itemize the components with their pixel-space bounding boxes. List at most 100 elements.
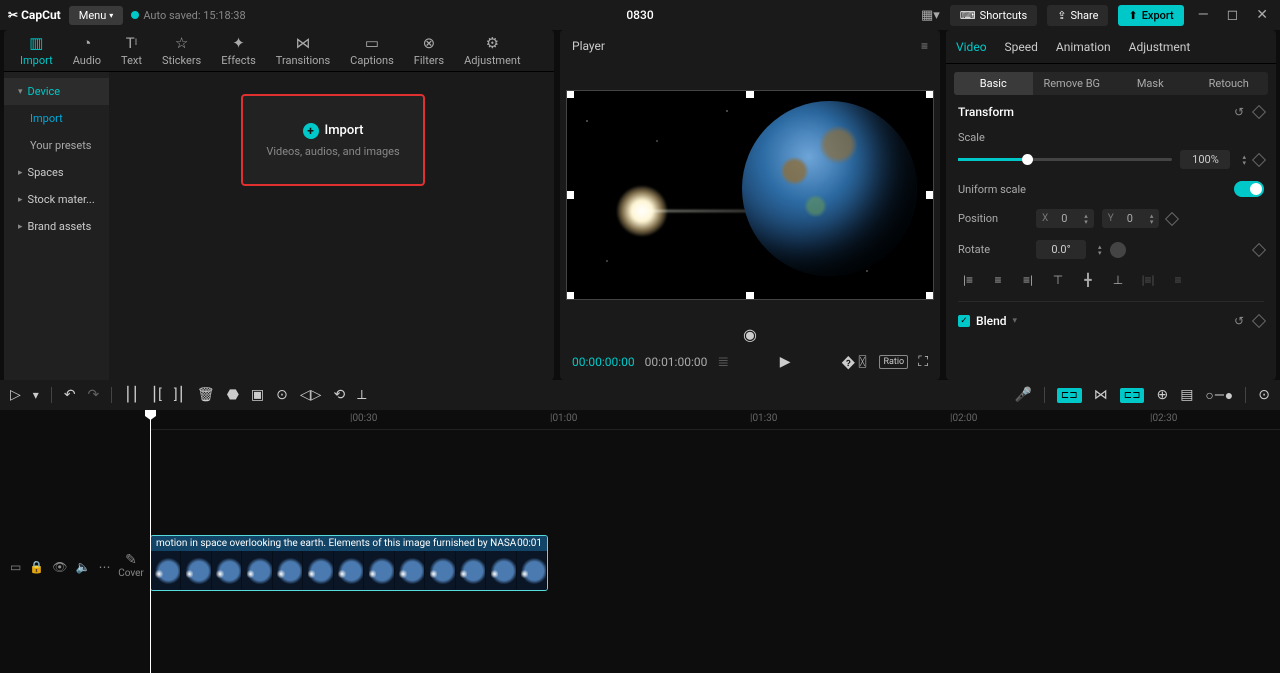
- track-opt-icon[interactable]: ▤: [1180, 387, 1193, 403]
- fullscreen-icon[interactable]: ⛶: [918, 354, 928, 370]
- cover-button[interactable]: ✎ Cover: [116, 552, 146, 579]
- player-menu-icon[interactable]: ≡: [921, 39, 928, 53]
- split-icon[interactable]: ⎮⎮: [124, 387, 139, 403]
- props-tab-animation[interactable]: Animation: [1056, 40, 1111, 54]
- scale-value[interactable]: 100%: [1180, 150, 1230, 169]
- resize-handle[interactable]: [926, 191, 934, 199]
- resize-handle[interactable]: [926, 90, 934, 98]
- nav-device[interactable]: ▾Device: [4, 78, 109, 105]
- props-tab-video[interactable]: Video: [956, 40, 987, 54]
- resize-handle[interactable]: [746, 90, 754, 98]
- link-icon[interactable]: ⋈: [1094, 387, 1108, 403]
- reset-icon[interactable]: ↺: [1234, 105, 1244, 119]
- tab-import[interactable]: ▥Import: [10, 30, 63, 71]
- mute-icon[interactable]: 🔈: [76, 560, 91, 574]
- delete-icon[interactable]: 🗑: [197, 387, 215, 403]
- player-canvas[interactable]: [566, 90, 934, 300]
- rotate-input[interactable]: 0.0°: [1036, 240, 1086, 259]
- zoom-fit-icon[interactable]: ⊙: [1258, 387, 1270, 403]
- eye-icon[interactable]: 👁: [52, 560, 67, 574]
- list-icon[interactable]: ≣: [717, 354, 729, 370]
- marker-icon[interactable]: ⬣: [227, 387, 239, 403]
- nav-import[interactable]: Import: [4, 105, 109, 132]
- layout-icon[interactable]: ▦▾: [921, 8, 940, 23]
- lock-icon[interactable]: 🔒: [29, 560, 44, 574]
- resize-handle[interactable]: [566, 292, 574, 300]
- props-tab-adjustment[interactable]: Adjustment: [1129, 40, 1191, 54]
- import-dropzone[interactable]: + Import Videos, audios, and images: [241, 94, 425, 186]
- resize-handle[interactable]: [566, 191, 574, 199]
- keyframe-icon[interactable]: [1165, 211, 1179, 225]
- keyframe-icon[interactable]: [1252, 242, 1266, 256]
- more-icon[interactable]: ⋯: [98, 560, 110, 574]
- align-center-v-icon[interactable]: ╋: [1078, 271, 1098, 289]
- tab-stickers[interactable]: ☆Stickers: [152, 30, 211, 71]
- tab-adjustment[interactable]: ⚙Adjustment: [454, 30, 531, 71]
- distribute-v-icon[interactable]: ≡: [1168, 271, 1188, 289]
- nav-presets[interactable]: Your presets: [4, 132, 109, 159]
- tab-transitions[interactable]: ⋈Transitions: [266, 30, 340, 71]
- reverse-icon[interactable]: ⊙: [276, 387, 288, 403]
- rotate-dial-icon[interactable]: [1110, 242, 1126, 258]
- undo-icon[interactable]: ↶: [64, 387, 76, 403]
- align-center-h-icon[interactable]: ≡: [988, 271, 1008, 289]
- nav-stock[interactable]: ▸Stock mater...: [4, 186, 109, 213]
- subtab-mask[interactable]: Mask: [1111, 72, 1190, 95]
- menu-button[interactable]: Menu ▾: [69, 6, 124, 25]
- rotate-icon[interactable]: ⟲: [333, 387, 345, 403]
- pointer-tool-icon[interactable]: ▷: [10, 387, 21, 403]
- position-x-input[interactable]: X 0 ▴▾: [1036, 209, 1094, 228]
- blend-checkbox[interactable]: ✓: [958, 315, 970, 327]
- magnet-on-icon[interactable]: ⊏⊐: [1057, 388, 1082, 403]
- crop-icon[interactable]: ⟂: [357, 387, 366, 403]
- subtab-basic[interactable]: Basic: [954, 72, 1033, 95]
- subtab-removebg[interactable]: Remove BG: [1033, 72, 1112, 95]
- align-right-icon[interactable]: ≡|: [1018, 271, 1038, 289]
- share-button[interactable]: ⇪ Share: [1047, 5, 1108, 26]
- subtab-retouch[interactable]: Retouch: [1190, 72, 1269, 95]
- stepper-icon[interactable]: ▴▾: [1098, 244, 1102, 256]
- ratio-button[interactable]: Ratio: [879, 355, 908, 369]
- align-bottom-icon[interactable]: ⊥: [1108, 271, 1128, 289]
- stepper-icon[interactable]: ▴▾: [1242, 154, 1246, 166]
- minimize-button[interactable]: —: [1194, 7, 1213, 23]
- shortcuts-button[interactable]: ⌨ Shortcuts: [950, 5, 1037, 26]
- stepper-icon[interactable]: ▴▾: [1150, 213, 1154, 225]
- export-button[interactable]: ⬆ Export: [1118, 5, 1183, 26]
- chevron-down-icon[interactable]: ▾: [1013, 316, 1018, 326]
- track-opt-icon[interactable]: ▭: [10, 560, 21, 574]
- uniform-scale-toggle[interactable]: [1234, 181, 1264, 197]
- mirror-icon[interactable]: ◁▷: [300, 387, 322, 403]
- project-title[interactable]: 0830: [626, 8, 653, 22]
- stepper-icon[interactable]: ▴▾: [1084, 213, 1088, 225]
- tab-text[interactable]: TIText: [111, 30, 152, 71]
- maximize-button[interactable]: ◻: [1223, 7, 1243, 23]
- resize-handle[interactable]: [926, 292, 934, 300]
- redo-icon[interactable]: ↷: [88, 387, 100, 403]
- split-right-icon[interactable]: ]⎮: [174, 387, 185, 403]
- align-top-icon[interactable]: ⊤: [1048, 271, 1068, 289]
- player-widget-icon[interactable]: ◉: [743, 325, 757, 344]
- snap-on-icon[interactable]: ⊏⊐: [1120, 388, 1145, 403]
- tab-filters[interactable]: ⊗Filters: [404, 30, 454, 71]
- tab-audio[interactable]: ◔Audio: [63, 30, 111, 71]
- props-tab-speed[interactable]: Speed: [1005, 40, 1038, 54]
- keyframe-icon[interactable]: [1252, 105, 1266, 119]
- resize-handle[interactable]: [566, 90, 574, 98]
- zoom-slider-icon[interactable]: ○—●: [1205, 387, 1233, 404]
- nav-spaces[interactable]: ▸Spaces: [4, 159, 109, 186]
- position-y-input[interactable]: Y 0 ▴▾: [1102, 209, 1160, 228]
- nav-brand[interactable]: ▸Brand assets: [4, 213, 109, 240]
- distribute-h-icon[interactable]: |≡|: [1138, 271, 1158, 289]
- tab-captions[interactable]: ▭Captions: [340, 30, 404, 71]
- timeline-playhead[interactable]: [150, 410, 151, 673]
- align-left-icon[interactable]: |≡: [958, 271, 978, 289]
- preview-icon[interactable]: ⊕: [1156, 387, 1168, 403]
- chevron-down-icon[interactable]: ▾: [33, 388, 39, 402]
- keyframe-icon[interactable]: [1252, 314, 1266, 328]
- frame-icon[interactable]: ▣: [251, 387, 264, 403]
- tab-effects[interactable]: ✦Effects: [211, 30, 266, 71]
- resize-handle[interactable]: [746, 292, 754, 300]
- close-button[interactable]: ✕: [1252, 7, 1272, 23]
- scan-icon[interactable]: �〿: [841, 352, 869, 372]
